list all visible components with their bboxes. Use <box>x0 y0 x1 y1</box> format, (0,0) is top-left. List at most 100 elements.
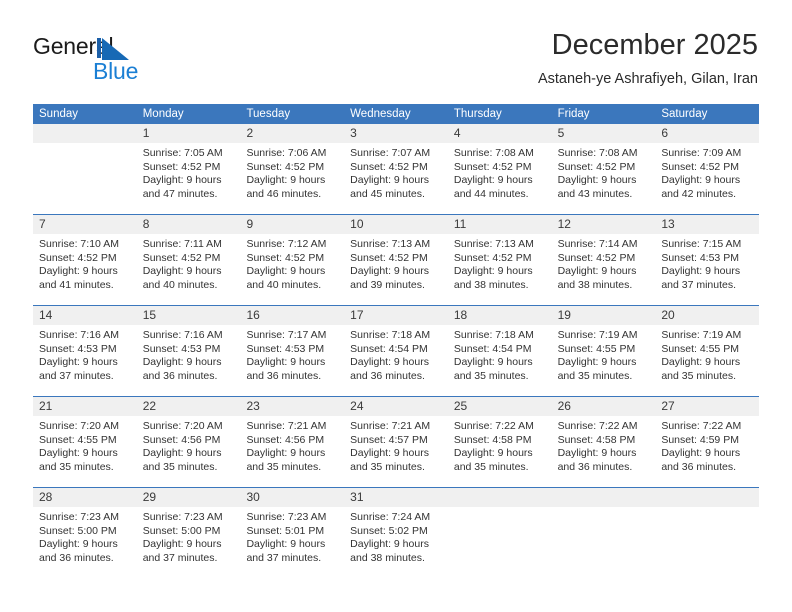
day-number-17[interactable]: 17 <box>344 306 448 325</box>
day-number-12[interactable]: 12 <box>552 215 656 234</box>
day-cell-23[interactable]: Sunrise: 7:21 AM Sunset: 4:56 PM Daylight:… <box>240 416 344 487</box>
day-number-22[interactable]: 22 <box>137 397 241 416</box>
day-cell-6[interactable]: Sunrise: 7:09 AM Sunset: 4:52 PM Daylight:… <box>655 143 759 214</box>
day-number-15[interactable]: 15 <box>137 306 241 325</box>
day-cell-22[interactable]: Sunrise: 7:20 AM Sunset: 4:56 PM Daylight:… <box>137 416 241 487</box>
day-info-line: Sunset: 4:52 PM <box>39 251 117 264</box>
day-cell-17[interactable]: Sunrise: 7:18 AM Sunset: 4:54 PM Daylight:… <box>344 325 448 396</box>
day-cell-28[interactable]: Sunrise: 7:23 AM Sunset: 5:00 PM Daylight:… <box>33 507 137 578</box>
day-cell-14[interactable]: Sunrise: 7:16 AM Sunset: 4:53 PM Daylight:… <box>33 325 137 396</box>
day-cell-20[interactable]: Sunrise: 7:19 AM Sunset: 4:55 PM Daylight:… <box>655 325 759 396</box>
day-info-line: Daylight: 9 hours <box>39 447 118 460</box>
day-number-11[interactable]: 11 <box>448 215 552 234</box>
day-number-16[interactable]: 16 <box>240 306 344 325</box>
day-number-7[interactable]: 7 <box>33 215 137 234</box>
day-info-line: and 35 minutes. <box>557 369 633 382</box>
day-cell-10[interactable]: Sunrise: 7:13 AM Sunset: 4:52 PM Daylight:… <box>344 234 448 305</box>
day-number-3[interactable]: 3 <box>344 124 448 143</box>
day-info-line: Sunset: 5:00 PM <box>39 524 117 537</box>
day-cell-12[interactable]: Sunrise: 7:14 AM Sunset: 4:52 PM Daylight:… <box>552 234 656 305</box>
day-info-line: and 43 minutes. <box>557 187 633 200</box>
day-info-line: Sunrise: 7:08 AM <box>453 147 534 159</box>
day-number-23[interactable]: 23 <box>240 397 344 416</box>
day-info-line: Sunrise: 7:11 AM <box>142 238 222 250</box>
day-cell-11[interactable]: Sunrise: 7:13 AM Sunset: 4:52 PM Daylight:… <box>448 234 552 305</box>
brand-logo[interactable]: General Blue <box>33 33 253 88</box>
day-cell-4[interactable]: Sunrise: 7:08 AM Sunset: 4:52 PM Daylight:… <box>448 143 552 214</box>
day-info-line: Sunrise: 7:23 AM <box>142 511 223 523</box>
day-cell-24[interactable]: Sunrise: 7:21 AM Sunset: 4:57 PM Daylight:… <box>344 416 448 487</box>
day-number-31[interactable]: 31 <box>344 488 448 507</box>
day-number-10[interactable]: 10 <box>344 215 448 234</box>
day-info-line: Daylight: 9 hours <box>557 356 637 369</box>
day-cell-18[interactable]: Sunrise: 7:18 AM Sunset: 4:54 PM Daylight:… <box>448 325 552 396</box>
day-info-line: Daylight: 9 hours <box>142 265 222 278</box>
day-cell-29[interactable]: Sunrise: 7:23 AM Sunset: 5:00 PM Daylight:… <box>137 507 241 578</box>
day-number-24[interactable]: 24 <box>344 397 448 416</box>
day-number-29[interactable]: 29 <box>137 488 241 507</box>
day-info-line: Daylight: 9 hours <box>142 447 222 460</box>
day-cell-27[interactable]: Sunrise: 7:22 AM Sunset: 4:59 PM Daylight:… <box>655 416 759 487</box>
day-info-line: and 35 minutes. <box>246 460 322 473</box>
day-info-line: Daylight: 9 hours <box>142 356 222 369</box>
day-cell-1[interactable]: Sunrise: 7:05 AM Sunset: 4:52 PM Daylight:… <box>137 143 241 214</box>
title-block: December 2025 Astaneh-ye Ashrafiyeh, Gil… <box>538 28 758 89</box>
day-cell-13[interactable]: Sunrise: 7:15 AM Sunset: 4:53 PM Daylight:… <box>655 234 759 305</box>
day-number-4[interactable]: 4 <box>448 124 552 143</box>
day-number-21[interactable]: 21 <box>33 397 137 416</box>
day-info-line: Sunrise: 7:09 AM <box>661 147 742 159</box>
day-cell-26[interactable]: Sunrise: 7:22 AM Sunset: 4:58 PM Daylight:… <box>552 416 656 487</box>
day-number-27[interactable]: 27 <box>655 397 759 416</box>
day-cell-15[interactable]: Sunrise: 7:16 AM Sunset: 4:53 PM Daylight:… <box>137 325 241 396</box>
day-number-8[interactable]: 8 <box>137 215 241 234</box>
day-info-line: and 40 minutes. <box>246 278 322 291</box>
day-cell-2[interactable]: Sunrise: 7:06 AM Sunset: 4:52 PM Daylight:… <box>240 143 344 214</box>
day-number-25[interactable]: 25 <box>448 397 552 416</box>
day-info-line: Sunrise: 7:16 AM <box>39 329 119 341</box>
day-cell-19[interactable]: Sunrise: 7:19 AM Sunset: 4:55 PM Daylight:… <box>552 325 656 396</box>
day-number-20[interactable]: 20 <box>655 306 759 325</box>
day-info-line: and 36 minutes. <box>39 551 114 564</box>
day-number-26[interactable]: 26 <box>552 397 656 416</box>
day-cell-25[interactable]: Sunrise: 7:22 AM Sunset: 4:58 PM Daylight:… <box>448 416 552 487</box>
day-cell-31[interactable]: Sunrise: 7:24 AM Sunset: 5:02 PM Daylight:… <box>344 507 448 578</box>
day-number-1[interactable]: 1 <box>137 124 241 143</box>
day-info-line: Sunset: 4:54 PM <box>350 342 428 355</box>
day-info-line: Sunset: 4:55 PM <box>557 342 636 355</box>
day-number-row: 14 15 16 17 18 19 20 <box>33 306 759 325</box>
day-info-line: Sunrise: 7:06 AM <box>246 147 327 159</box>
day-cell-9[interactable]: Sunrise: 7:12 AM Sunset: 4:52 PM Daylight:… <box>240 234 344 305</box>
day-number-5[interactable]: 5 <box>552 124 656 143</box>
day-info-line: Sunset: 4:52 PM <box>246 160 325 173</box>
day-info-line: Sunrise: 7:10 AM <box>39 238 119 250</box>
day-info-line: Daylight: 9 hours <box>661 356 741 369</box>
day-info-line: Daylight: 9 hours <box>661 265 741 278</box>
day-info-line: Daylight: 9 hours <box>557 265 637 278</box>
day-cell-7[interactable]: Sunrise: 7:10 AM Sunset: 4:52 PM Daylight:… <box>33 234 137 305</box>
day-info-line: Sunset: 4:52 PM <box>350 160 428 173</box>
weekday-header-sunday: Sunday <box>39 108 79 120</box>
day-cell-16[interactable]: Sunrise: 7:17 AM Sunset: 4:53 PM Daylight:… <box>240 325 344 396</box>
day-info-line: and 38 minutes. <box>453 278 529 291</box>
day-info-line: Daylight: 9 hours <box>39 538 118 551</box>
day-cell-30[interactable]: Sunrise: 7:23 AM Sunset: 5:01 PM Daylight:… <box>240 507 344 578</box>
weekday-header-monday: Monday <box>142 108 184 120</box>
day-number-6[interactable]: 6 <box>655 124 759 143</box>
day-cell-3[interactable]: Sunrise: 7:07 AM Sunset: 4:52 PM Daylight:… <box>344 143 448 214</box>
day-number-30[interactable]: 30 <box>240 488 344 507</box>
day-number-19[interactable]: 19 <box>552 306 656 325</box>
day-cell-8[interactable]: Sunrise: 7:11 AM Sunset: 4:52 PM Daylight:… <box>137 234 241 305</box>
day-number-13[interactable]: 13 <box>655 215 759 234</box>
day-number-9[interactable]: 9 <box>240 215 344 234</box>
day-info-line: Sunset: 4:52 PM <box>557 251 636 264</box>
day-info-line: and 46 minutes. <box>246 187 322 200</box>
day-number-14[interactable]: 14 <box>33 306 137 325</box>
day-cell-21[interactable]: Sunrise: 7:20 AM Sunset: 4:55 PM Daylight:… <box>33 416 137 487</box>
day-number-2[interactable]: 2 <box>240 124 344 143</box>
day-number-18[interactable]: 18 <box>448 306 552 325</box>
day-number-28[interactable]: 28 <box>33 488 137 507</box>
day-detail-row: Sunrise: 7:20 AM Sunset: 4:55 PM Daylight:… <box>33 416 759 487</box>
day-info-line: Sunrise: 7:22 AM <box>453 420 534 432</box>
calendar-week-row: 7 8 9 10 11 12 13 Sunrise: 7:10 AM Sunset: 4:52 … <box>33 214 759 305</box>
day-cell-5[interactable]: Sunrise: 7:08 AM Sunset: 4:52 PM Daylight:… <box>552 143 656 214</box>
